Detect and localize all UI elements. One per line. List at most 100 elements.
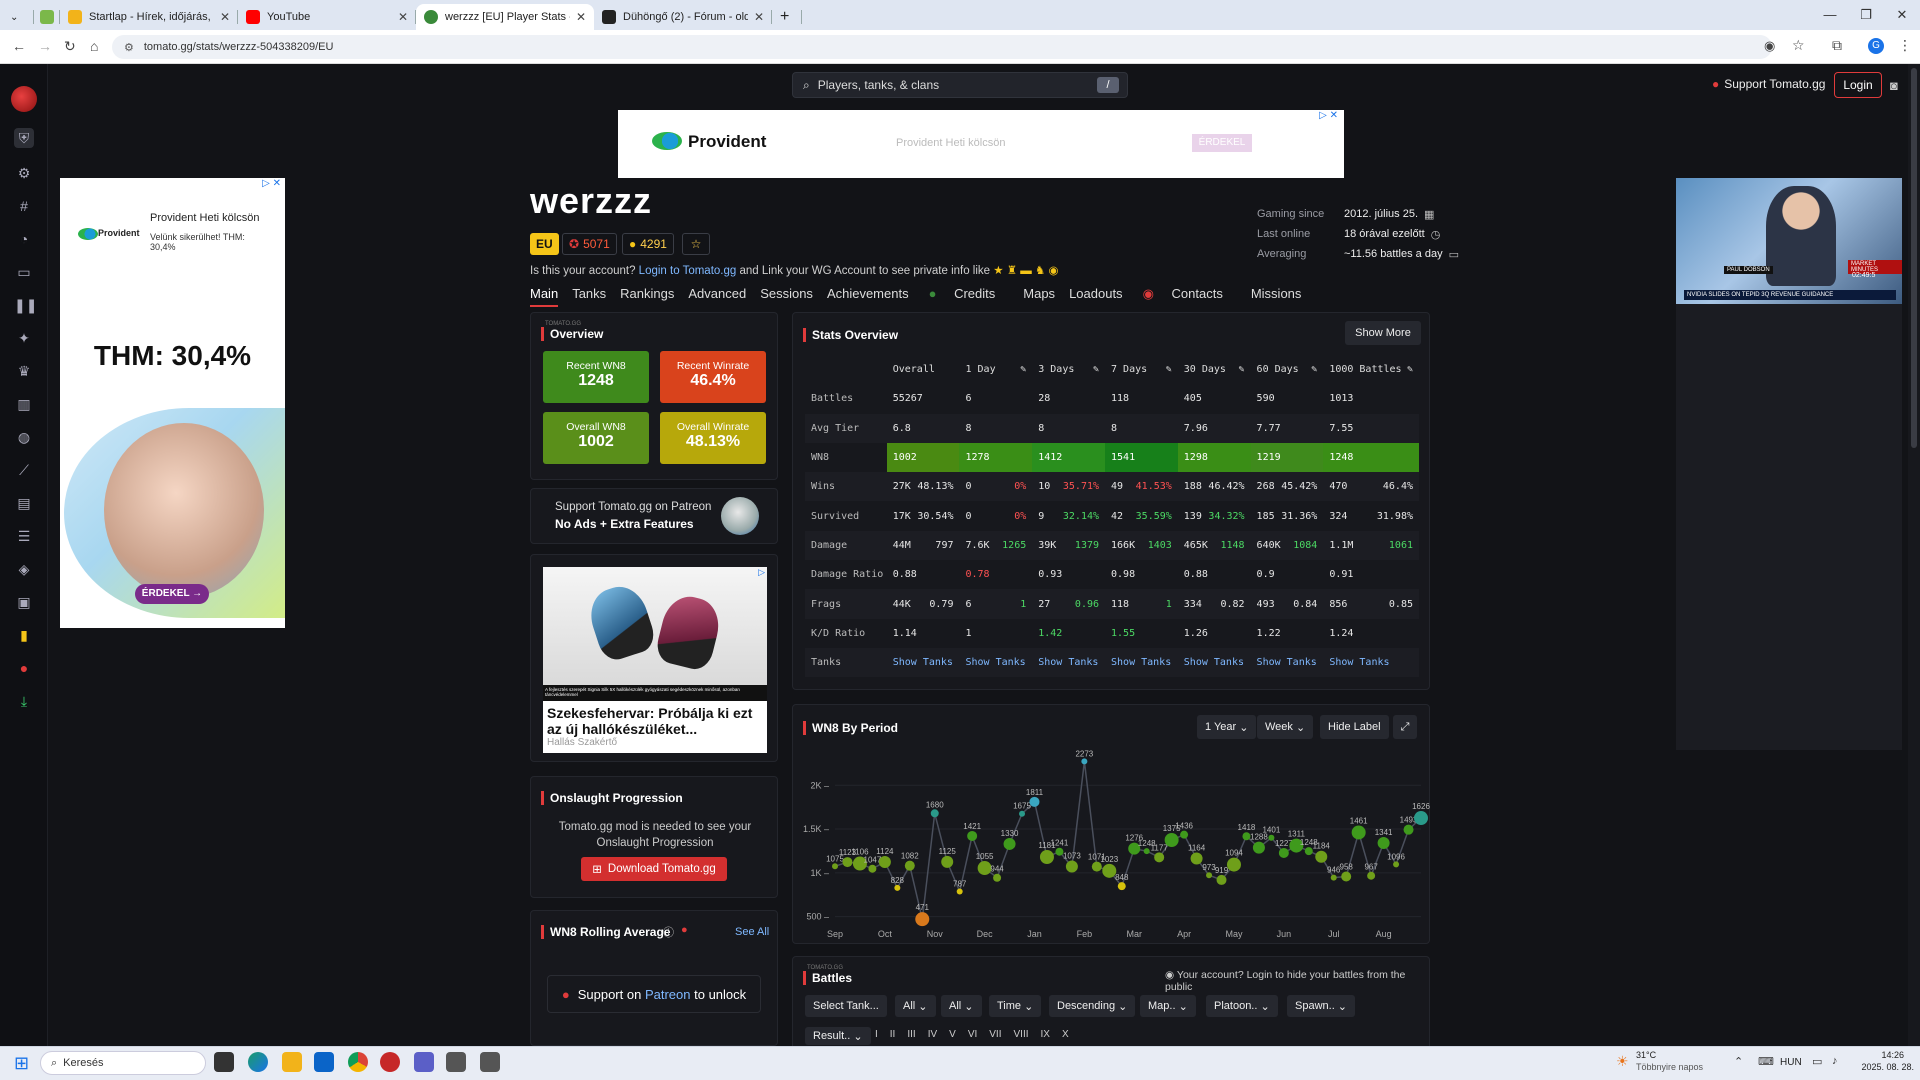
table-cell[interactable]: Show Tanks (1105, 648, 1178, 677)
left-skyscraper-ad[interactable]: ▷ ✕ Provident Provident Heti kölcsön Vel… (60, 178, 285, 628)
tab-contacts[interactable]: ◉ Contacts (1143, 286, 1237, 307)
tier-filter-I[interactable]: I (871, 1029, 882, 1040)
adchoices-icon[interactable]: ▷ (758, 567, 765, 578)
leaderboard-icon[interactable]: ▥ (14, 394, 34, 414)
tier-filter-VIII[interactable]: VIII (1010, 1029, 1033, 1040)
hide-label-button[interactable]: Hide Label (1320, 715, 1389, 739)
favorite-button[interactable]: ☆ (682, 233, 710, 255)
ad-image[interactable]: A fejlesztés szerepét Signia Silk 5X hal… (543, 567, 767, 701)
app-icon[interactable] (380, 1052, 400, 1072)
wot-icon[interactable] (446, 1052, 466, 1072)
sort-order[interactable]: Descending ⌄ (1049, 995, 1136, 1017)
bookmark-star-icon[interactable]: ☆ (1792, 37, 1805, 54)
minimize-icon[interactable]: — (1812, 0, 1848, 30)
tab-sessions[interactable]: Sessions (760, 286, 813, 307)
ad-cta-button[interactable]: ÉRDEKEL (1192, 134, 1252, 152)
chrome-icon[interactable] (348, 1052, 368, 1072)
see-all-link[interactable]: See All (735, 926, 769, 938)
windows-start-icon[interactable]: ⊞ (14, 1053, 29, 1074)
support-link[interactable]: ● Support Tomato.gg (1712, 77, 1825, 91)
gauge-icon[interactable]: ◔ (14, 229, 34, 249)
sort-time[interactable]: Time ⌄ (989, 995, 1042, 1017)
forward-icon[interactable]: → (38, 38, 52, 54)
tier-filter-X[interactable]: X (1058, 1029, 1073, 1040)
player-search-input[interactable]: ⌕ Players, tanks, & clans / (792, 72, 1128, 98)
weather-icon[interactable]: ☀ (1616, 1053, 1629, 1070)
profile-avatar[interactable]: G (1868, 38, 1884, 54)
hashtag-icon[interactable]: # (14, 196, 34, 216)
close-window-icon[interactable]: ✕ (1884, 0, 1920, 30)
patreon-promo[interactable]: Support Tomato.gg on Patreon No Ads + Ex… (530, 488, 778, 544)
language-indicator[interactable]: HUN (1780, 1057, 1802, 1068)
table-cell[interactable]: Show Tanks (1251, 648, 1324, 677)
adchoices-icon[interactable]: ▷ ✕ (262, 178, 281, 189)
fullscreen-icon[interactable]: ⤢ (1393, 715, 1417, 739)
select-tank-dropdown[interactable]: Select Tank... (805, 995, 887, 1017)
chevron-up-icon[interactable]: ⌃ (1734, 1055, 1743, 1068)
tier-filter-V[interactable]: V (945, 1029, 960, 1040)
download-icon[interactable]: ⤓ (14, 691, 34, 711)
tab-credits[interactable]: ● Credits (929, 286, 1010, 307)
tab-missions[interactable]: Missions (1251, 286, 1302, 307)
outlook-icon[interactable] (314, 1052, 334, 1072)
tab-duhongo[interactable]: Dühöngő (2) - Fórum - oldal: 1✕ (594, 4, 772, 30)
tab-tomato-stats[interactable]: werzzz [EU] Player Stats - Toma✕ (416, 4, 594, 30)
tier-filter-IX[interactable]: IX (1037, 1029, 1054, 1040)
page-scrollbar[interactable] (1908, 64, 1920, 1046)
tier-filter-III[interactable]: III (903, 1029, 919, 1040)
tools-icon[interactable]: ✦ (14, 328, 34, 348)
edit-icon[interactable]: ✎ (1311, 364, 1317, 375)
info-icon[interactable]: ⓘ (663, 924, 674, 940)
table-cell[interactable]: Show Tanks (1323, 648, 1419, 677)
col-header[interactable]: 30 Days ✎ (1178, 355, 1251, 384)
login-link[interactable]: Login to Tomato.gg (639, 265, 737, 277)
tab-tanks[interactable]: Tanks (572, 286, 606, 307)
chart-line-icon[interactable]: ⟋ (14, 460, 34, 480)
url-field[interactable]: ⚙ tomato.gg/stats/werzzz-504338209/EU (112, 35, 1772, 59)
keyboard-icon[interactable]: ⌨ (1758, 1055, 1774, 1068)
gear-icon[interactable]: ⚙ (14, 163, 34, 183)
tab-loadouts[interactable]: Loadouts (1069, 286, 1123, 307)
table-cell[interactable]: Show Tanks (1178, 648, 1251, 677)
tab-youtube[interactable]: YouTube ✕ (238, 4, 416, 30)
pinned-tab[interactable] (34, 4, 60, 30)
home-icon[interactable]: ⌂ (90, 38, 98, 54)
edit-icon[interactable]: ✎ (1093, 364, 1099, 375)
new-tab-button[interactable]: + (772, 4, 802, 30)
tab-advanced[interactable]: Advanced (688, 286, 746, 307)
map-filter[interactable]: Map.. ⌄ (1140, 995, 1196, 1017)
col-header[interactable]: 1 Day ✎ (959, 355, 1032, 384)
trophy-icon[interactable]: ♛ (14, 361, 34, 381)
back-icon[interactable]: ← (12, 38, 26, 54)
col-header[interactable]: 3 Days ✎ (1032, 355, 1105, 384)
tank-icon[interactable]: ▭ (14, 262, 34, 282)
edge-icon[interactable] (248, 1052, 268, 1072)
tier-filter-IV[interactable]: IV (924, 1029, 941, 1040)
range-select[interactable]: 1 Year ⌄ (1197, 715, 1257, 739)
volume-icon[interactable]: ♪ (1832, 1055, 1838, 1067)
filter-all-2[interactable]: All ⌄ (941, 995, 982, 1017)
video-ad[interactable]: PAUL DOBSON MARKET MINUTES 02:49:5 NVIDI… (1676, 178, 1902, 304)
top-banner-ad[interactable]: Provident Provident Heti kölcsön ÉRDEKEL… (618, 110, 1344, 178)
col-header[interactable]: 60 Days ✎ (1251, 355, 1324, 384)
maximize-icon[interactable]: ❐ (1848, 0, 1884, 30)
tier-filter-II[interactable]: II (886, 1029, 900, 1040)
login-button[interactable]: Login (1834, 72, 1882, 98)
col-header[interactable]: 1000 Battles ✎ (1323, 355, 1419, 384)
tab-main[interactable]: Main (530, 286, 559, 307)
hide-battles-note[interactable]: ◉ Your account? Login to hide your battl… (1165, 969, 1429, 993)
tier-filter-VII[interactable]: VII (985, 1029, 1005, 1040)
extensions-icon[interactable]: ⧉ (1832, 37, 1842, 54)
adchoices-icon[interactable]: ▷ ✕ (1319, 110, 1338, 121)
reload-icon[interactable]: ↻ (64, 38, 76, 55)
eye-off-icon[interactable]: ◉ (1764, 38, 1775, 54)
task-view-icon[interactable] (214, 1052, 234, 1072)
gamepad-icon[interactable]: ◈ (14, 559, 34, 579)
list-icon[interactable]: ☰ (14, 526, 34, 546)
wot-icon-2[interactable] (480, 1052, 500, 1072)
map-icon[interactable]: ▤ (14, 493, 34, 513)
filter-all-1[interactable]: All ⌄ (895, 995, 936, 1017)
news-icon[interactable]: ▣ (14, 592, 34, 612)
result-filter[interactable]: Result.. ⌄ (805, 1027, 871, 1045)
granularity-select[interactable]: Week ⌄ (1257, 715, 1314, 739)
